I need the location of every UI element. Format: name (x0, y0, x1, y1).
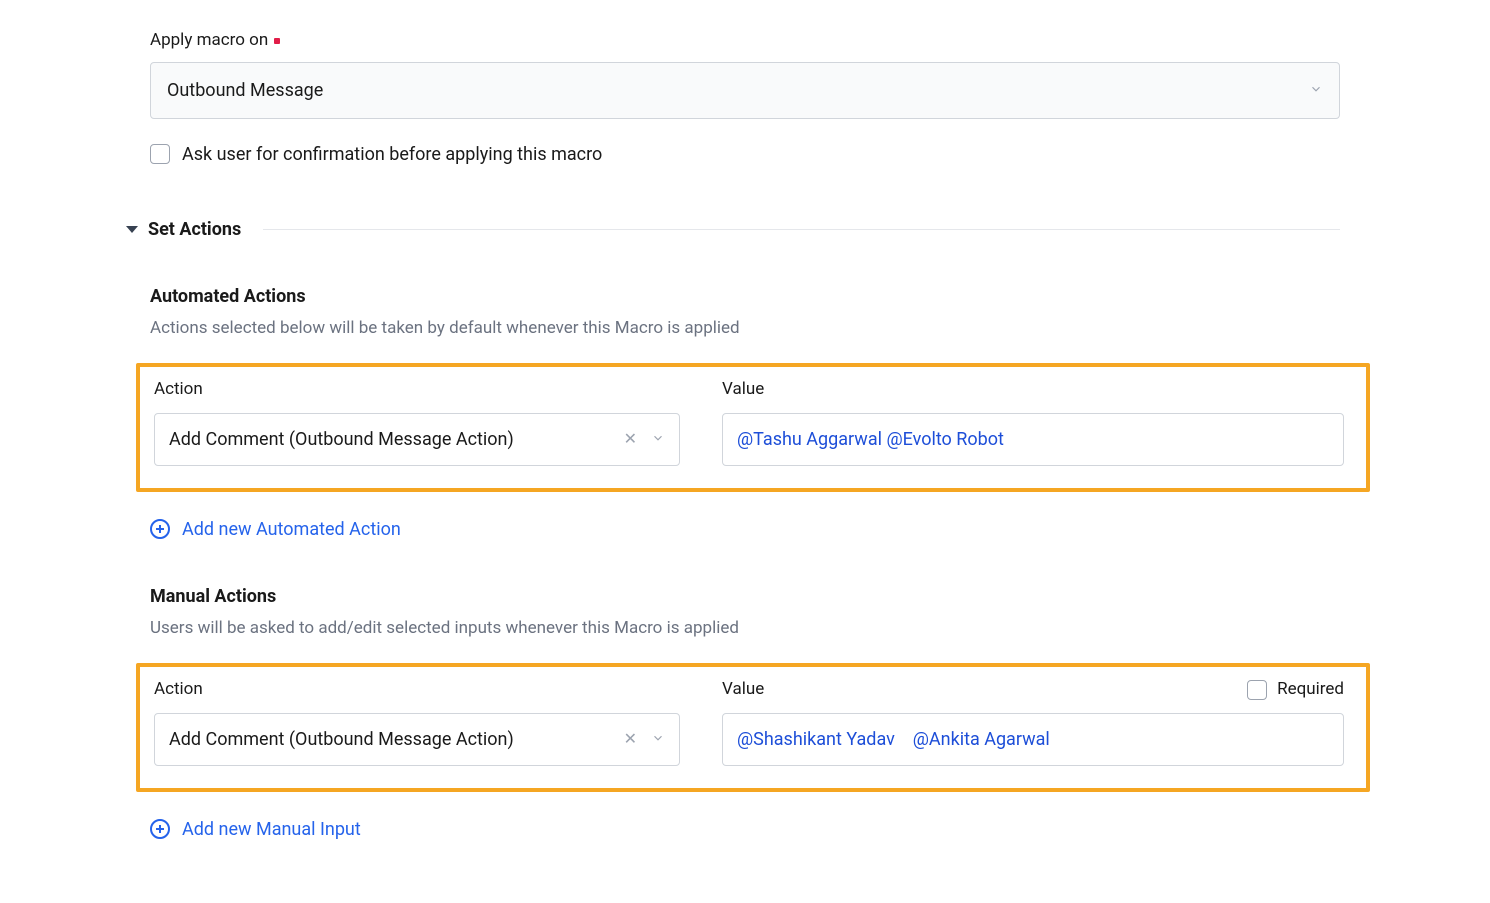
add-automated-label: Add new Automated Action (182, 516, 401, 543)
clear-icon[interactable]: ✕ (624, 427, 637, 451)
apply-macro-select[interactable]: Outbound Message (150, 62, 1340, 119)
automated-action-select[interactable]: Add Comment (Outbound Message Action) ✕ (154, 413, 680, 466)
automated-action-value: Add Comment (Outbound Message Action) (169, 426, 514, 453)
manual-action-row: Action Value Required Add Comment (Outbo… (136, 663, 1370, 792)
section-divider (263, 229, 1340, 230)
caret-down-icon[interactable] (126, 226, 138, 233)
automated-value-col: Value (722, 377, 1344, 403)
apply-macro-label: Apply macro on (150, 28, 1340, 54)
mention: @Shashikant Yadav (737, 729, 895, 750)
automated-title: Automated Actions (150, 283, 1340, 310)
automated-value-input[interactable]: @Tashu Aggarwal @Evolto Robot (722, 413, 1344, 466)
required-indicator-icon (274, 38, 280, 44)
add-manual-input-button[interactable]: Add new Manual Input (150, 816, 1340, 843)
section-title: Set Actions (148, 216, 241, 243)
manual-action-value: Add Comment (Outbound Message Action) (169, 726, 514, 753)
mention: @Tashu Aggarwal (737, 429, 882, 450)
required-label: Required (1277, 677, 1344, 703)
chevron-down-icon (1309, 77, 1323, 104)
apply-macro-value: Outbound Message (167, 77, 323, 104)
automated-action-row: Action Value Add Comment (Outbound Messa… (136, 363, 1370, 492)
chevron-down-icon[interactable] (651, 426, 665, 453)
add-automated-action-button[interactable]: Add new Automated Action (150, 516, 1340, 543)
automated-action-col: Action (154, 377, 680, 403)
automated-desc: Actions selected below will be taken by … (150, 316, 1340, 342)
mention: @Evolto Robot (886, 429, 1003, 450)
add-manual-label: Add new Manual Input (182, 816, 361, 843)
clear-icon[interactable]: ✕ (624, 727, 637, 751)
manual-desc: Users will be asked to add/edit selected… (150, 616, 1340, 642)
confirm-label: Ask user for confirmation before applyin… (182, 141, 602, 168)
manual-value-col: Value (722, 677, 764, 703)
chevron-down-icon[interactable] (651, 726, 665, 753)
apply-macro-label-text: Apply macro on (150, 28, 268, 54)
required-checkbox[interactable] (1247, 680, 1267, 700)
plus-circle-icon (150, 819, 170, 839)
manual-action-col: Action (154, 677, 680, 703)
confirm-checkbox[interactable] (150, 144, 170, 164)
manual-action-select[interactable]: Add Comment (Outbound Message Action) ✕ (154, 713, 680, 766)
mention: @Ankita Agarwal (913, 729, 1050, 750)
plus-circle-icon (150, 519, 170, 539)
manual-value-input[interactable]: @Shashikant Yadav @Ankita Agarwal (722, 713, 1344, 766)
manual-title: Manual Actions (150, 583, 1340, 610)
